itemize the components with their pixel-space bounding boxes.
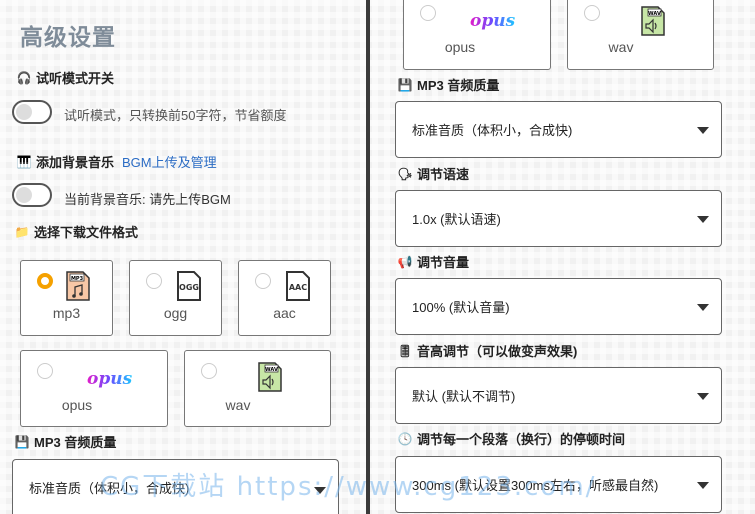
volume-select[interactable]: 100% (默认音量) <box>395 278 722 335</box>
pitch-heading: 🎚 音高调节（可以做变声效果) <box>397 341 577 360</box>
headphones-icon: 🎧 <box>16 70 32 85</box>
piano-icon: 🎹 <box>16 154 32 169</box>
chevron-down-icon <box>697 126 709 134</box>
format-label-mp3: mp3 <box>52 305 81 321</box>
wav-file-icon: WAV <box>258 362 282 392</box>
ogg-badge: OGG <box>179 283 199 292</box>
left-mp3-quality-heading: 💾 MP3 音频质量 <box>14 432 117 451</box>
format-radio-wav[interactable] <box>201 363 217 379</box>
bgm-heading-text: 添加背景音乐 <box>36 155 115 170</box>
format-label-wav: wav <box>225 397 251 413</box>
mp3-quality-select[interactable]: 标准音质（体积小，合成快) <box>395 101 722 158</box>
slider-icon: 🎚 <box>397 343 413 358</box>
mp3-quality-heading: 💾 MP3 音频质量 <box>397 75 500 94</box>
chevron-down-icon <box>697 215 709 223</box>
mp3-file-icon: MP3 <box>66 271 90 301</box>
volume-heading: 📢 调节音量 <box>397 252 470 271</box>
aac-file-icon: AAC <box>286 271 310 301</box>
mp3-quality-heading-text: MP3 音频质量 <box>417 78 500 93</box>
opus-logo: opus <box>87 369 133 389</box>
speaking-head-icon: 🗣 <box>397 166 413 181</box>
format-card-wav[interactable]: WAV wav <box>184 350 331 427</box>
megaphone-icon: 📢 <box>397 254 413 269</box>
panel-divider <box>366 0 370 514</box>
aac-badge: AAC <box>289 283 307 292</box>
left-mp3-quality-heading-text: MP3 音频质量 <box>34 435 117 450</box>
ogg-file-icon: OGG <box>177 271 201 301</box>
trial-mode-heading-text: 试听模式开关 <box>36 71 115 86</box>
pause-heading-text: 调节每一个段落（换行）的停顿时间 <box>417 432 626 447</box>
format-label-ogg: ogg <box>163 305 188 321</box>
trial-mode-heading: 🎧 试听模式开关 <box>16 68 115 87</box>
chevron-down-icon <box>697 303 709 311</box>
floppy-icon: 💾 <box>397 77 413 92</box>
watermark: CG下载站 https://www.cg123.com/ <box>100 472 597 502</box>
chevron-down-icon <box>697 481 709 489</box>
format-label-opus: opus <box>61 397 93 413</box>
right-opus-logo: opus <box>470 11 516 31</box>
format-radio-ogg[interactable] <box>146 273 162 289</box>
right-wav-badge: WAV <box>648 11 661 17</box>
page-title: 高级设置 <box>20 24 116 50</box>
mp3-quality-value: 标准音质（体积小，合成快) <box>412 123 573 138</box>
right-format-radio-wav[interactable] <box>584 5 600 21</box>
right-format-radio-opus[interactable] <box>420 5 436 21</box>
pause-heading: 🕓 调节每一个段落（换行）的停顿时间 <box>397 429 626 448</box>
right-format-label-opus: opus <box>444 39 476 55</box>
format-card-opus[interactable]: opus opus <box>20 350 168 427</box>
mp3-badge: MP3 <box>71 276 84 282</box>
format-heading-text: 选择下载文件格式 <box>34 225 139 240</box>
format-card-ogg[interactable]: OGG ogg <box>129 260 222 336</box>
format-heading: 📁 选择下载文件格式 <box>14 222 139 241</box>
pitch-select[interactable]: 默认 (默认不调节) <box>395 367 722 424</box>
bgm-label: 当前背景音乐: 请先上传BGM <box>64 192 231 207</box>
chevron-down-icon <box>697 392 709 400</box>
format-label-aac: aac <box>273 305 296 321</box>
speed-select[interactable]: 1.0x (默认语速) <box>395 190 722 247</box>
trial-mode-label: 试听模式，只转换前50字符，节省额度 <box>64 108 287 123</box>
speed-value: 1.0x (默认语速) <box>412 212 501 227</box>
right-format-label-wav: wav <box>608 39 634 55</box>
pitch-value: 默认 (默认不调节) <box>412 389 516 404</box>
bgm-toggle[interactable] <box>12 183 52 207</box>
format-card-aac[interactable]: AAC aac <box>238 260 331 336</box>
right-format-card-wav[interactable]: WAV wav <box>567 0 714 70</box>
bgm-manage-link[interactable]: BGM上传及管理 <box>122 152 217 171</box>
bgm-heading: 🎹 添加背景音乐 BGM上传及管理 <box>16 152 217 171</box>
folder-icon: 📁 <box>14 224 30 239</box>
pitch-heading-text: 音高调节（可以做变声效果) <box>417 344 578 359</box>
speed-heading-text: 调节语速 <box>417 167 470 182</box>
wav-badge: WAV <box>265 367 278 373</box>
format-radio-mp3[interactable] <box>37 273 53 289</box>
volume-heading-text: 调节音量 <box>417 255 470 270</box>
format-card-mp3[interactable]: MP3 mp3 <box>20 260 113 336</box>
right-format-card-opus[interactable]: opus opus <box>403 0 551 70</box>
format-radio-aac[interactable] <box>255 273 271 289</box>
volume-value: 100% (默认音量) <box>412 300 510 315</box>
speed-heading: 🗣 调节语速 <box>397 164 469 183</box>
format-radio-opus[interactable] <box>37 363 53 379</box>
trial-mode-toggle[interactable] <box>12 100 52 124</box>
floppy-icon: 💾 <box>14 434 30 449</box>
clock-icon: 🕓 <box>397 431 413 446</box>
right-wav-file-icon: WAV <box>641 6 665 36</box>
